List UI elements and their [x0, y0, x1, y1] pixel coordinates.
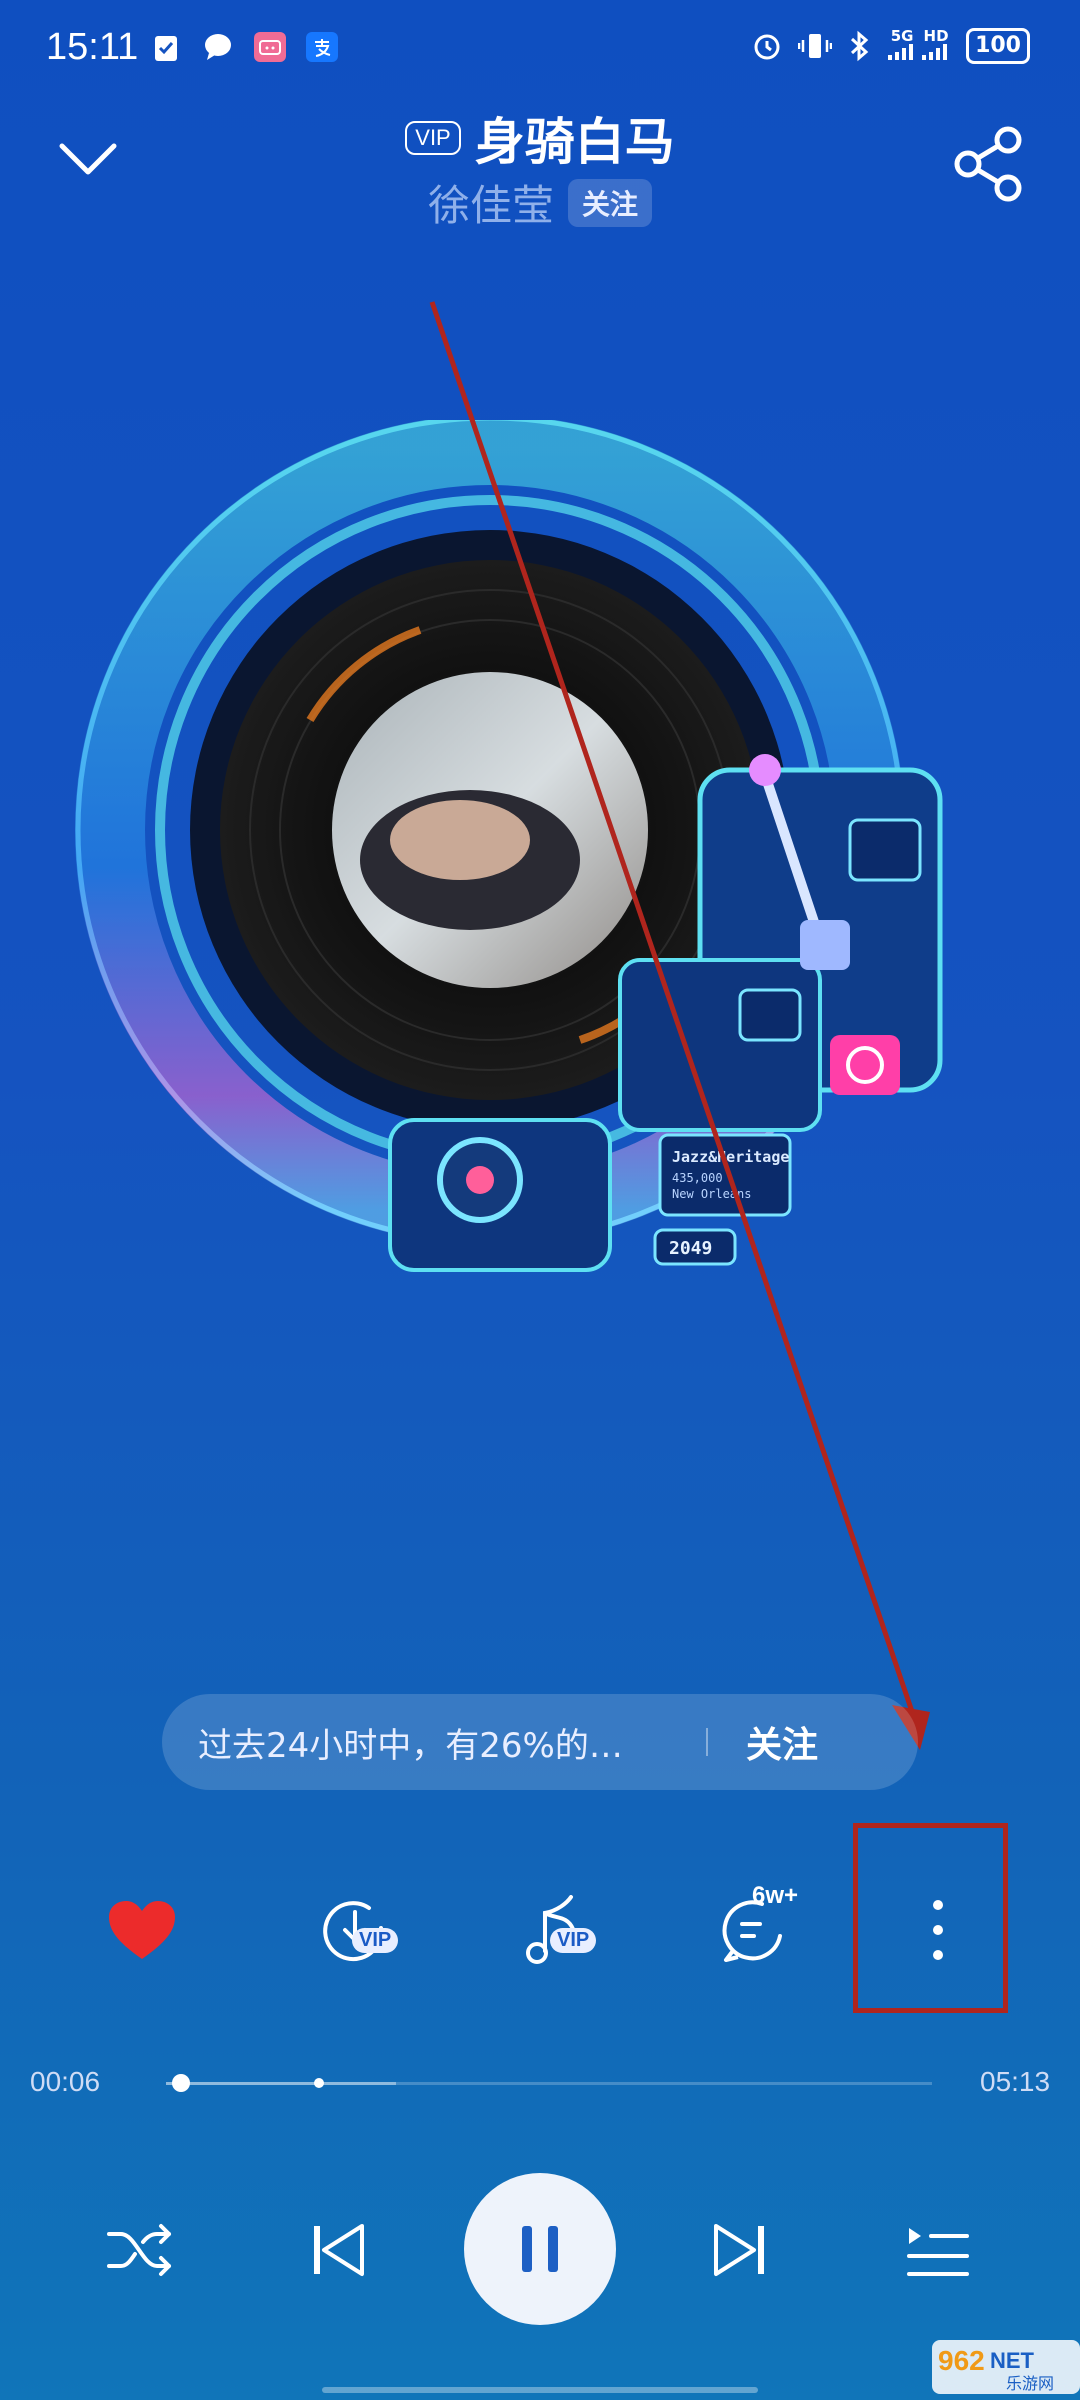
annotation-highlight-box — [853, 1823, 1008, 2013]
jazz-heritage-label: Jazz&Heritage — [672, 1148, 789, 1166]
system-indicators: 5G HD 100 — [752, 28, 1030, 64]
artist-row: 徐佳莹 关注 — [0, 172, 1080, 233]
comments-button[interactable]: 6w+ — [700, 1880, 810, 1980]
skip-next-icon — [714, 2224, 764, 2276]
battery-level: 100 — [966, 28, 1030, 64]
watermark-brand: 962 — [938, 2345, 985, 2376]
album-art-turntable: Jazz&Heritage 435,000 New Orleans 2049 — [75, 420, 943, 1272]
listener-info-text: 过去24小时中，有26%的… — [198, 1725, 623, 1766]
previous-button[interactable] — [288, 2190, 388, 2310]
alarm-icon — [754, 34, 780, 60]
shuffle-icon — [107, 2224, 171, 2276]
home-indicator[interactable] — [322, 2387, 758, 2393]
info-follow-button[interactable]: 关注 — [746, 1716, 818, 1768]
alipay-app-icon — [306, 32, 338, 62]
total-time: 05:13 — [980, 2066, 1051, 2097]
playlist-icon — [907, 2228, 969, 2276]
signal-icon-2 — [922, 43, 948, 60]
follow-artist-button[interactable]: 关注 — [568, 178, 653, 227]
progress-marker — [314, 2078, 325, 2088]
message-icon — [202, 32, 234, 62]
cellular-signal: 5G HD — [888, 26, 950, 64]
artist-name[interactable]: 徐佳莹 — [428, 172, 554, 233]
vibrate-icon — [798, 34, 833, 58]
skip-previous-icon — [314, 2224, 364, 2276]
status-time: 15:11 — [46, 26, 139, 68]
watermark-net: NET — [990, 2348, 1035, 2373]
pause-button[interactable] — [464, 2173, 616, 2325]
song-title: 身骑白马 — [474, 113, 675, 171]
signal-icon — [888, 43, 914, 60]
song-title-row: VIP 身骑白马 — [0, 102, 1080, 174]
status-bar: 15:11 5G HD 100 — [0, 0, 1080, 100]
jazz-line1: 435,000 — [672, 1171, 723, 1185]
comment-count: 6w+ — [752, 1882, 799, 1909]
bluetooth-icon — [851, 30, 869, 62]
ringtone-vip-tag: VIP — [550, 1928, 597, 1953]
playlist-button[interactable] — [888, 2190, 988, 2310]
vip-badge: VIP — [405, 121, 461, 155]
download-vip-tag: VIP — [352, 1928, 399, 1953]
progress-buffered — [166, 2082, 396, 2085]
heart-icon — [109, 1901, 175, 1959]
shuffle-button[interactable] — [90, 2190, 190, 2310]
divider — [706, 1728, 708, 1756]
progress-thumb[interactable] — [171, 2074, 190, 2092]
share-icon[interactable] — [950, 124, 1030, 204]
ringtone-button[interactable]: VIP — [500, 1880, 610, 1980]
notification-icons — [150, 32, 338, 62]
bilibili-app-icon — [254, 32, 286, 62]
listener-info-bar[interactable]: 过去24小时中，有26%的… 关注 — [162, 1694, 918, 1790]
like-button[interactable] — [92, 1880, 192, 1980]
clipboard-icon — [150, 32, 182, 62]
watermark-logo: 962 NET 乐游网 — [932, 2340, 1080, 2394]
year-label: 2049 — [669, 1238, 712, 1259]
pause-icon — [522, 2226, 558, 2272]
next-button[interactable] — [690, 2190, 790, 2310]
current-time: 00:06 — [30, 2066, 101, 2097]
watermark-cn: 乐游网 — [1006, 2374, 1054, 2393]
hd-label: HD — [923, 26, 949, 45]
download-button[interactable]: VIP — [300, 1880, 410, 1980]
jazz-line2: New Orleans — [672, 1187, 751, 1201]
network-type: 5G — [890, 26, 914, 45]
